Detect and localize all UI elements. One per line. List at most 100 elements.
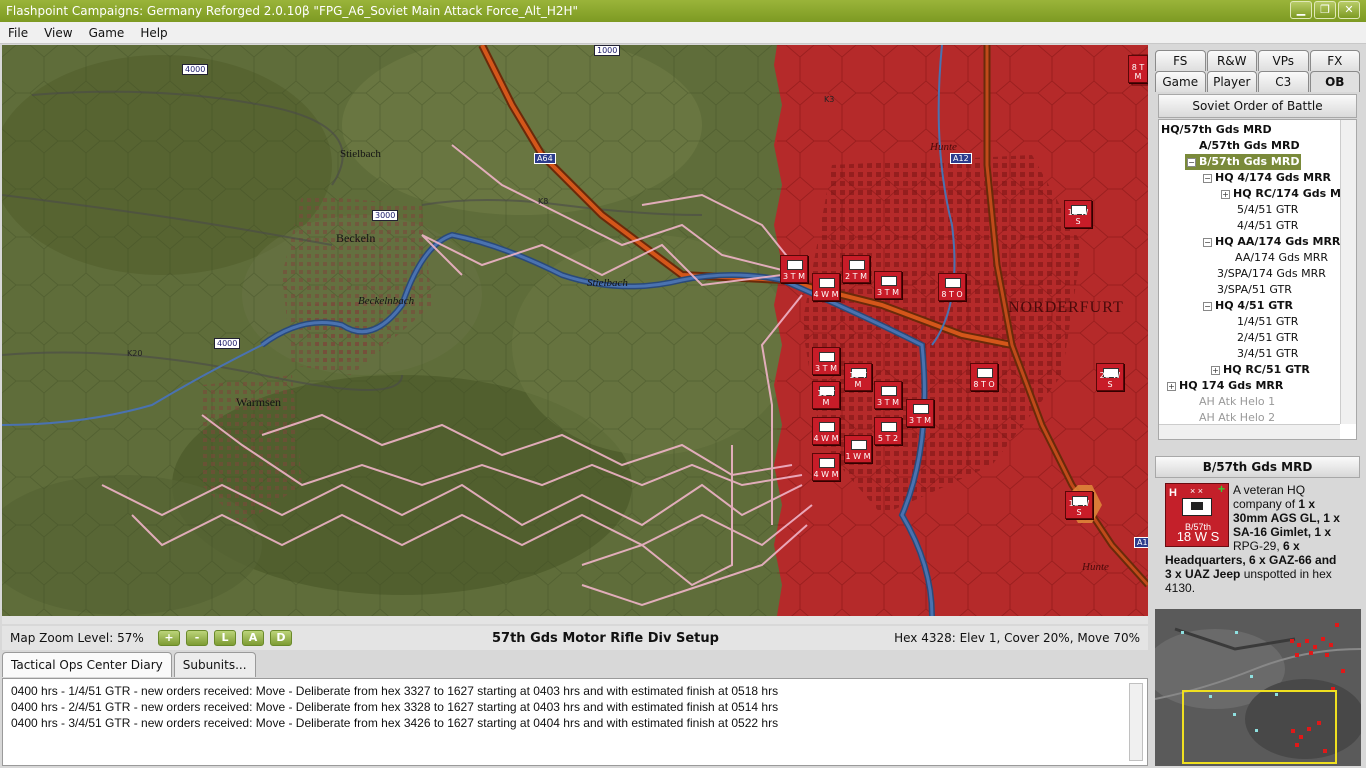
- setup-title: 57th Gds Motor Rifle Div Setup: [492, 630, 719, 646]
- tab-player[interactable]: Player: [1206, 71, 1257, 92]
- unit-counter[interactable]: 4 W M: [812, 273, 840, 301]
- tab-game[interactable]: Game: [1155, 71, 1206, 92]
- place-name-warmsen: Warmsen: [236, 395, 282, 409]
- ob-tree-item[interactable]: 3/SPA/51 GTR: [1217, 282, 1292, 298]
- unit-counter[interactable]: 8 T M: [1128, 55, 1148, 83]
- unit-counter[interactable]: 10 T M: [844, 363, 872, 391]
- tab-fx[interactable]: FX: [1309, 50, 1360, 71]
- toggle-a-button[interactable]: A: [242, 630, 264, 646]
- tab-c3[interactable]: C3: [1258, 71, 1309, 92]
- ifv-icon: [819, 422, 835, 432]
- tab-subunits[interactable]: Subunits...: [173, 652, 256, 677]
- menu-file[interactable]: File: [0, 26, 36, 40]
- tactical-map[interactable]: Stielbach Beckeln Beckelnbach Warmsen St…: [2, 45, 1148, 616]
- elevation-sign: 4000: [182, 64, 209, 75]
- ob-tree-item[interactable]: + HQ RC/174 Gds MRR: [1221, 186, 1356, 202]
- collapse-icon[interactable]: −: [1203, 238, 1212, 247]
- diary-entry: 0400 hrs - 3/4/51 GTR - new orders recei…: [11, 716, 779, 730]
- expand-icon[interactable]: +: [1211, 366, 1220, 375]
- minimize-button[interactable]: ▁: [1290, 1, 1312, 19]
- menu-view[interactable]: View: [36, 26, 80, 40]
- menu-help[interactable]: Help: [132, 26, 175, 40]
- tab-ob[interactable]: OB: [1309, 71, 1360, 92]
- ob-tree-item[interactable]: − HQ 4/174 Gds MRR: [1203, 170, 1331, 186]
- window-title-bar: Flashpoint Campaigns: Germany Reforged 2…: [0, 0, 1366, 22]
- unit-counter-selected[interactable]: 18 W S: [1065, 491, 1093, 519]
- road-sign: A12: [950, 153, 972, 164]
- ob-tree-item[interactable]: + HQ 174 Gds MRR: [1167, 378, 1283, 394]
- ob-tree-item[interactable]: 4/4/51 GTR: [1237, 218, 1298, 234]
- unit-info: H × × + B/57th 18 W S A veteran HQ compa…: [1165, 482, 1346, 605]
- toggle-l-button[interactable]: L: [214, 630, 236, 646]
- unit-counter[interactable]: 8 T O: [970, 363, 998, 391]
- unit-counter[interactable]: 18 W S: [1064, 200, 1092, 228]
- unit-counter[interactable]: 10 T M: [812, 381, 840, 409]
- ob-vertical-scrollbar[interactable]: [1340, 120, 1356, 424]
- ob-tree-item[interactable]: 5/4/51 GTR: [1237, 202, 1298, 218]
- unit-counter[interactable]: 8 T O: [938, 273, 966, 301]
- unit-counter[interactable]: 5 T 2: [874, 417, 902, 445]
- expand-icon[interactable]: +: [1167, 382, 1176, 391]
- unit-counter[interactable]: 4 W M: [812, 417, 840, 445]
- unit-counter[interactable]: 4 W M: [812, 453, 840, 481]
- selected-unit-title: B/57th Gds MRD: [1155, 456, 1360, 478]
- diary-scrollbar[interactable]: [1129, 683, 1143, 761]
- ob-tree-item[interactable]: AH Atk Helo 1: [1199, 394, 1275, 410]
- unit-counter-large: H × × + B/57th 18 W S: [1165, 482, 1229, 547]
- ob-tree[interactable]: −HQ/57th Gds MRDA/57th Gds MRD−B/57th Gd…: [1158, 119, 1357, 440]
- diary-entry: 0400 hrs - 2/4/51 GTR - new orders recei…: [11, 700, 779, 714]
- zoom-in-button[interactable]: +: [158, 630, 180, 646]
- ob-tree-item[interactable]: A/57th Gds MRD: [1199, 138, 1300, 154]
- ifv-icon: [851, 440, 867, 450]
- ob-tree-item[interactable]: − HQ AA/174 Gds MRR: [1203, 234, 1340, 250]
- tab-ops-diary[interactable]: Tactical Ops Center Diary: [2, 652, 172, 677]
- place-name-beckeln: Beckeln: [336, 231, 376, 245]
- hex-info: Hex 4328: Elev 1, Cover 20%, Move 70%: [894, 631, 1140, 645]
- menu-game[interactable]: Game: [81, 26, 133, 40]
- collapse-icon[interactable]: −: [1203, 174, 1212, 183]
- tab-vps[interactable]: VPs: [1258, 50, 1309, 71]
- close-button[interactable]: ✕: [1338, 1, 1360, 19]
- unit-counter[interactable]: 3 T M: [812, 347, 840, 375]
- toggle-d-button[interactable]: D: [270, 630, 292, 646]
- tank-icon: [881, 422, 897, 432]
- ob-tree-item[interactable]: −HQ/57th Gds MRD: [1159, 122, 1272, 138]
- map-splitter[interactable]: [2, 616, 1148, 624]
- unit-counter[interactable]: 3 T M: [874, 271, 902, 299]
- minimap-view: [1155, 609, 1361, 766]
- collapse-icon[interactable]: −: [1203, 302, 1212, 311]
- tab-fs[interactable]: FS: [1155, 50, 1206, 71]
- ob-tree-item[interactable]: 1/4/51 GTR: [1237, 314, 1298, 330]
- ob-tree-item[interactable]: − HQ 4/51 GTR: [1203, 298, 1293, 314]
- unit-counter[interactable]: 3 T M: [780, 255, 808, 283]
- tank-icon: [849, 260, 865, 270]
- ob-tree-item[interactable]: + HQ RC/51 GTR: [1211, 362, 1310, 378]
- unit-counter[interactable]: 2 T M: [842, 255, 870, 283]
- road-sign: K8: [538, 197, 549, 206]
- ob-tree-item[interactable]: 3/4/51 GTR: [1237, 346, 1298, 362]
- recon-icon: [977, 368, 993, 378]
- hq-flag-icon: [1182, 498, 1212, 516]
- zoom-out-button[interactable]: -: [186, 630, 208, 646]
- unit-counter[interactable]: 3 T M: [906, 399, 934, 427]
- unit-counter[interactable]: 3 T M: [874, 381, 902, 409]
- ob-tree-item[interactable]: 3/SPA/174 Gds MRR: [1217, 266, 1326, 282]
- ob-horizontal-scrollbar[interactable]: [1159, 424, 1340, 439]
- place-name-hunte-south: Hunte: [1082, 561, 1109, 573]
- tab-rw[interactable]: R&W: [1206, 50, 1257, 71]
- unit-counter[interactable]: 28 W S: [1096, 363, 1124, 391]
- ops-diary-log[interactable]: 0400 hrs - 1/4/51 GTR - new orders recei…: [2, 678, 1148, 766]
- road-sign: A12: [1134, 537, 1148, 548]
- ob-tree-item[interactable]: 2/4/51 GTR: [1237, 330, 1298, 346]
- tank-icon: [881, 386, 897, 396]
- menu-bar: File View Game Help: [0, 22, 1366, 44]
- collapse-icon[interactable]: −: [1187, 158, 1196, 167]
- road-sign: K20: [127, 349, 143, 358]
- ob-tree-item[interactable]: AA/174 Gds MRR: [1235, 250, 1328, 266]
- ob-tree-item[interactable]: − B/57th Gds MRD: [1185, 154, 1302, 170]
- minimap[interactable]: [1155, 609, 1361, 766]
- unit-counter[interactable]: 1 W M: [844, 435, 872, 463]
- tank-icon: [787, 260, 803, 270]
- expand-icon[interactable]: +: [1221, 190, 1230, 199]
- restore-button[interactable]: ❐: [1314, 1, 1336, 19]
